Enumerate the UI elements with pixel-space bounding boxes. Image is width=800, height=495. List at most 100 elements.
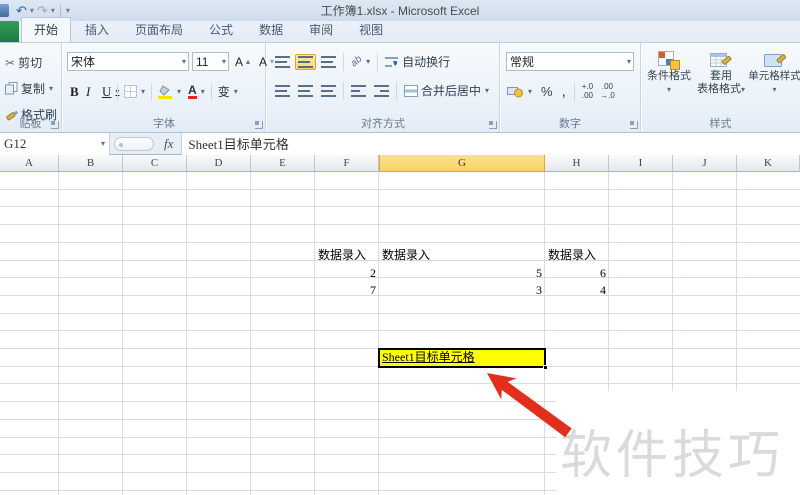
name-box-dropdown-icon[interactable]: ▾ [101,139,105,148]
format-as-table-label-2: 表格格式 [696,83,741,95]
tab-home[interactable]: 开始 [21,17,72,42]
column-header-A[interactable]: A [0,155,59,172]
fill-color-button[interactable] [155,83,184,101]
align-left-icon [275,84,290,97]
align-left-button[interactable] [272,83,293,99]
tab-insert[interactable]: 插入 [73,18,121,42]
grid-line-vertical [186,172,187,495]
font-color-button[interactable]: A [185,83,208,101]
increase-indent-button[interactable] [371,83,392,99]
column-header-K[interactable]: K [737,155,800,172]
column-header-J[interactable]: J [673,155,737,172]
accounting-format-button[interactable] [504,83,535,100]
cut-button[interactable]: ✂ 剪切 [2,52,60,73]
copy-button[interactable]: 复制 [2,78,60,99]
number-group-label: 数字 [559,118,581,130]
grid-line-vertical [544,172,545,495]
file-tab-partial[interactable] [0,21,19,42]
column-header-C[interactable]: C [123,155,187,172]
bold-button[interactable]: B [67,82,82,102]
conditional-formatting-button[interactable]: 条件格式 [643,49,695,96]
comma-style-button[interactable]: , [559,81,569,102]
name-box[interactable]: G12 ▾ [0,132,110,155]
conditional-formatting-label: 条件格式 [647,70,691,82]
borders-button[interactable] [121,83,148,100]
format-as-table-label: 套用 [710,70,732,82]
top-align-button[interactable] [272,54,293,70]
format-as-table-dropdown-icon [741,83,745,95]
grid-cell-F5[interactable]: 数据录入 [315,247,379,265]
tab-data[interactable]: 数据 [247,18,295,42]
scissors-icon: ✂ [5,55,16,70]
selected-cell-G12[interactable]: Sheet1目标单元格 [378,348,546,368]
grid-line-vertical [58,172,59,495]
column-header-F[interactable]: F [315,155,379,172]
number-format-combo[interactable]: 常规 ▾ [506,52,634,71]
grid-cell-H6[interactable]: 6 [545,265,609,283]
font-family-dropdown-icon[interactable]: ▾ [182,57,186,66]
align-right-button[interactable] [318,83,339,99]
decrease-indent-button[interactable] [348,83,369,99]
tab-page-layout[interactable]: 页面布局 [123,18,195,42]
tab-formulas[interactable]: 公式 [197,18,245,42]
formula-bar: G12 ▾ fx Sheet1目标单元格 [0,132,800,155]
save-icon[interactable] [0,4,9,17]
column-header-D[interactable]: D [187,155,251,172]
grid-cell-G7[interactable]: 3 [379,282,545,300]
bottom-align-button[interactable] [318,54,339,70]
underline-button[interactable]: U [99,82,114,102]
tab-view[interactable]: 视图 [347,18,395,42]
redo-dropdown-icon[interactable]: ▾ [51,6,55,15]
formula-input[interactable]: Sheet1目标单元格 [181,132,800,155]
italic-button[interactable]: I [83,82,98,102]
customize-qat-icon[interactable]: ▾ [66,6,70,15]
align-center-icon [298,84,313,97]
qat-separator [59,4,61,17]
grow-font-button[interactable]: A ▴ [232,53,253,71]
orientation-button[interactable]: ab [348,54,373,70]
grid-area[interactable]: 软件技巧 数据录入 数据录入 数据录入 2 5 6 7 3 4 Sheet1目标单元格 [0,172,800,495]
grid-cell-G6[interactable]: 5 [379,265,545,283]
font-family-combo[interactable]: 宋体 ▾ [67,52,189,71]
cell-styles-button[interactable]: 单元格样式 [747,49,800,96]
column-header-E[interactable]: E [251,155,315,172]
tab-review[interactable]: 审阅 [297,18,345,42]
grid-cell-H5[interactable]: 数据录入 [545,247,609,265]
number-dialog-launcher-icon[interactable] [630,121,638,129]
fill-color-icon [158,84,173,99]
alignment-group-label: 对齐方式 [361,118,405,130]
fill-handle[interactable] [543,364,548,370]
percent-style-button[interactable]: % [538,82,556,101]
alignment-dialog-launcher-icon[interactable] [489,121,497,129]
align-center-button[interactable] [295,83,316,99]
shrink-font-label: A [259,54,268,69]
grid-cell-G5[interactable]: 数据录入 [379,247,545,265]
format-as-table-button[interactable]: 套用 表格格式 [695,49,747,96]
merge-center-button[interactable]: 合并后居中 [401,80,492,101]
column-header-H[interactable]: H [545,155,609,172]
column-header-G[interactable]: G [379,155,545,172]
middle-align-button[interactable] [295,53,316,70]
grid-cell-F6[interactable]: 2 [315,265,379,283]
undo-dropdown-icon[interactable]: ▾ [30,6,34,15]
font-dialog-launcher-icon[interactable] [255,121,263,129]
column-header-I[interactable]: I [609,155,673,172]
accounting-format-icon [507,87,523,98]
font-size-dropdown-icon[interactable]: ▾ [222,57,226,66]
number-format-dropdown-icon[interactable]: ▾ [627,57,631,66]
increase-decimal-button[interactable]: +.0 .00 [580,81,595,102]
formula-bar-handle[interactable] [114,136,154,151]
redo-icon[interactable]: ↷ [36,4,49,17]
undo-icon[interactable]: ↶ [15,4,28,17]
grid-cell-H7[interactable]: 4 [545,282,609,300]
phonetic-guide-button[interactable]: 变 [215,81,241,102]
font-size-combo[interactable]: 11 ▾ [192,52,229,71]
decrease-decimal-button[interactable]: .00 →.0 [598,81,617,102]
wrap-text-button[interactable]: 自动换行 [382,51,453,72]
merge-center-label: 合并后居中 [421,84,482,98]
insert-function-button[interactable]: fx [164,136,173,152]
grid-cell-F7[interactable]: 7 [315,282,379,300]
font-group-label: 字体 [153,118,175,130]
column-header-B[interactable]: B [59,155,123,172]
clipboard-dialog-launcher-icon[interactable] [51,121,59,129]
